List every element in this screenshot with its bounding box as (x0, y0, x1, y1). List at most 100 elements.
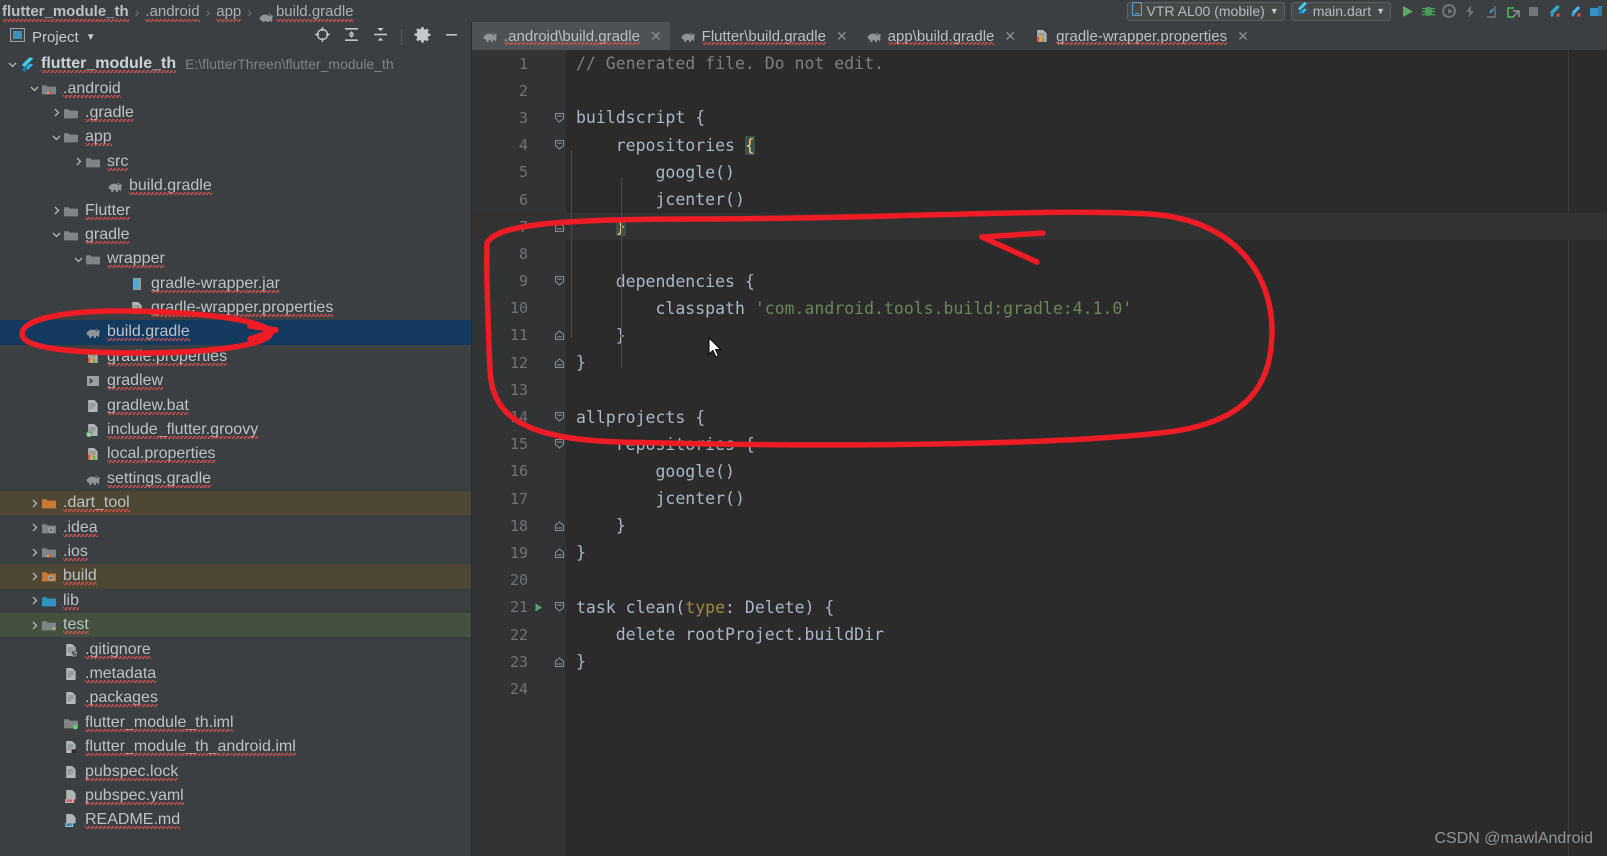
tree-item-pubspec-lock[interactable]: pubspec.lock (0, 759, 471, 783)
fold-close-icon[interactable] (548, 221, 570, 233)
tree-item--ios[interactable]: .ios (0, 540, 471, 564)
tree-item-flutter-module-th-android-iml[interactable]: flutter_module_th_android.iml (0, 735, 471, 759)
close-icon[interactable]: ✕ (650, 28, 662, 45)
project-tree[interactable]: flutter_module_th E:\flutterThreen\flutte… (0, 52, 471, 856)
chevron-right-icon[interactable] (28, 570, 40, 582)
target-icon[interactable] (314, 26, 331, 48)
editor-tab[interactable]: app\build.gradle ✕ (856, 22, 1025, 50)
fold-open-icon[interactable] (548, 438, 570, 450)
tree-item-pubspec-yaml[interactable]: YML pubspec.yaml (0, 784, 471, 808)
hot-reload-button[interactable] (1460, 1, 1481, 22)
code-line[interactable]: 18 } (472, 512, 1607, 539)
close-icon[interactable]: ✕ (1237, 28, 1249, 45)
code-line[interactable]: 6 jcenter() (472, 186, 1607, 213)
editor-tab[interactable]: gradle-wrapper.properties ✕ (1024, 22, 1257, 50)
code-line[interactable]: 16 google() (472, 458, 1607, 485)
code-line[interactable]: 17 jcenter() (472, 485, 1607, 512)
tree-item-gradle-properties[interactable]: gradle.properties (0, 345, 471, 369)
stop-button[interactable] (1523, 1, 1544, 22)
run-configuration-selector[interactable]: main.dart ▼ (1290, 1, 1391, 21)
tree-item--gitignore[interactable]: .gitignore (0, 637, 471, 661)
tree-item-gradle-wrapper-properties[interactable]: gradle-wrapper.properties (0, 296, 471, 320)
fold-open-icon[interactable] (548, 139, 570, 151)
breadcrumb-item[interactable]: flutter_module_th (2, 2, 129, 22)
code-line[interactable]: 19} (472, 539, 1607, 566)
device-manager-button[interactable] (1586, 1, 1607, 22)
chevron-right-icon[interactable] (72, 156, 84, 168)
code-editor[interactable]: 1// Generated file. Do not edit. 2 3 builds… (472, 50, 1607, 856)
editor-tab[interactable]: .android\build.gradle ✕ (472, 22, 670, 50)
tree-item-src[interactable]: src (0, 150, 471, 174)
tree-item-wrapper[interactable]: wrapper (0, 247, 471, 271)
tree-item--metadata[interactable]: .metadata (0, 662, 471, 686)
fold-open-icon[interactable] (548, 112, 570, 124)
tree-item--idea[interactable]: .idea (0, 515, 471, 539)
run-with-coverage-button[interactable] (1439, 1, 1460, 22)
chevron-right-icon[interactable] (28, 546, 40, 558)
code-line[interactable]: 13 (472, 376, 1607, 403)
tree-item-test[interactable]: test (0, 612, 471, 638)
code-lines[interactable]: 1// Generated file. Do not edit. 2 3 builds… (472, 50, 1607, 856)
chevron-right-icon[interactable] (28, 619, 40, 631)
code-line[interactable]: 1 // Generated file. Do not edit. (472, 50, 1607, 77)
open-devtools-button[interactable] (1502, 1, 1523, 22)
fold-open-icon[interactable] (548, 411, 570, 423)
tree-item-flutter-module-th-iml[interactable]: flutter_module_th.iml (0, 711, 471, 735)
run-button[interactable] (1397, 1, 1418, 22)
tree-item-settings-gradle[interactable]: settings.gradle (0, 467, 471, 491)
tree-item-gradle[interactable]: gradle (0, 223, 471, 247)
code-line[interactable]: 14 allprojects { (472, 403, 1607, 430)
code-line[interactable]: 8 (472, 240, 1607, 267)
code-line[interactable]: 12} (472, 349, 1607, 376)
chevron-right-icon[interactable] (28, 497, 40, 509)
chevron-right-icon[interactable] (28, 522, 40, 534)
fold-open-icon[interactable] (548, 601, 570, 613)
code-line[interactable]: 10 classpath 'com.android.tools.build:gr… (472, 295, 1607, 322)
fold-close-icon[interactable] (548, 547, 570, 559)
chevron-down-icon[interactable] (6, 58, 18, 70)
code-line[interactable]: 22 delete rootProject.buildDir (472, 621, 1607, 648)
tree-item-readme-md[interactable]: MD README.md (0, 808, 471, 832)
tree-item--packages[interactable]: .packages (0, 686, 471, 710)
code-line[interactable]: 3 buildscript { (472, 104, 1607, 131)
code-line[interactable]: 2 (472, 77, 1607, 104)
code-line[interactable]: 15 repositories { (472, 431, 1607, 458)
tree-item-app[interactable]: app (0, 125, 471, 149)
code-line[interactable]: 11 } (472, 322, 1607, 349)
code-line[interactable]: 5 google() (472, 159, 1607, 186)
code-line[interactable]: 24 (472, 675, 1607, 702)
tree-item--gradle[interactable]: .gradle (0, 101, 471, 125)
tree-item-gradle-wrapper-jar[interactable]: gradle-wrapper.jar (0, 272, 471, 296)
run-gutter-icon[interactable] (528, 602, 548, 613)
close-icon[interactable]: ✕ (836, 28, 848, 45)
tree-item-flutter[interactable]: Flutter (0, 198, 471, 222)
fold-close-icon[interactable] (548, 656, 570, 668)
gear-icon[interactable] (414, 26, 431, 48)
chevron-down-icon[interactable] (50, 229, 62, 241)
tree-item-gradlew[interactable]: gradlew (0, 369, 471, 393)
chevron-right-icon[interactable] (50, 205, 62, 217)
editor-tab-bar[interactable]: .android\build.gradle ✕ Flutter\build.grad… (472, 22, 1607, 50)
fold-close-icon[interactable] (548, 357, 570, 369)
chevron-down-icon[interactable] (28, 83, 40, 95)
flutter-hot-restart-button[interactable] (1481, 1, 1502, 22)
chevron-right-icon[interactable] (28, 595, 40, 607)
code-line[interactable]: 23} (472, 648, 1607, 675)
breadcrumb-item[interactable]: build.gradle (258, 2, 354, 22)
chevron-down-icon[interactable] (50, 131, 62, 143)
device-selector[interactable]: VTR AL00 (mobile) ▼ (1126, 1, 1285, 21)
code-line[interactable]: 20 (472, 567, 1607, 594)
fold-close-icon[interactable] (548, 329, 570, 341)
tree-item--dart-tool[interactable]: .dart_tool (0, 491, 471, 516)
tree-item-lib[interactable]: lib (0, 589, 471, 613)
expand-all-icon[interactable] (343, 26, 360, 48)
close-icon[interactable]: ✕ (1004, 28, 1016, 45)
code-line[interactable]: 9 dependencies { (472, 268, 1607, 295)
editor-tab[interactable]: Flutter\build.gradle ✕ (670, 22, 856, 50)
tree-item--android[interactable]: .android (0, 76, 471, 100)
flutter-detach-button[interactable] (1565, 1, 1586, 22)
tree-item-include-flutter-groovy[interactable]: Ginclude_flutter.groovy (0, 418, 471, 442)
breadcrumb-item[interactable]: .android (145, 2, 200, 22)
tree-item-build-gradle[interactable]: build.gradle (0, 174, 471, 198)
tree-item-gradlew-bat[interactable]: gradlew.bat (0, 393, 471, 417)
